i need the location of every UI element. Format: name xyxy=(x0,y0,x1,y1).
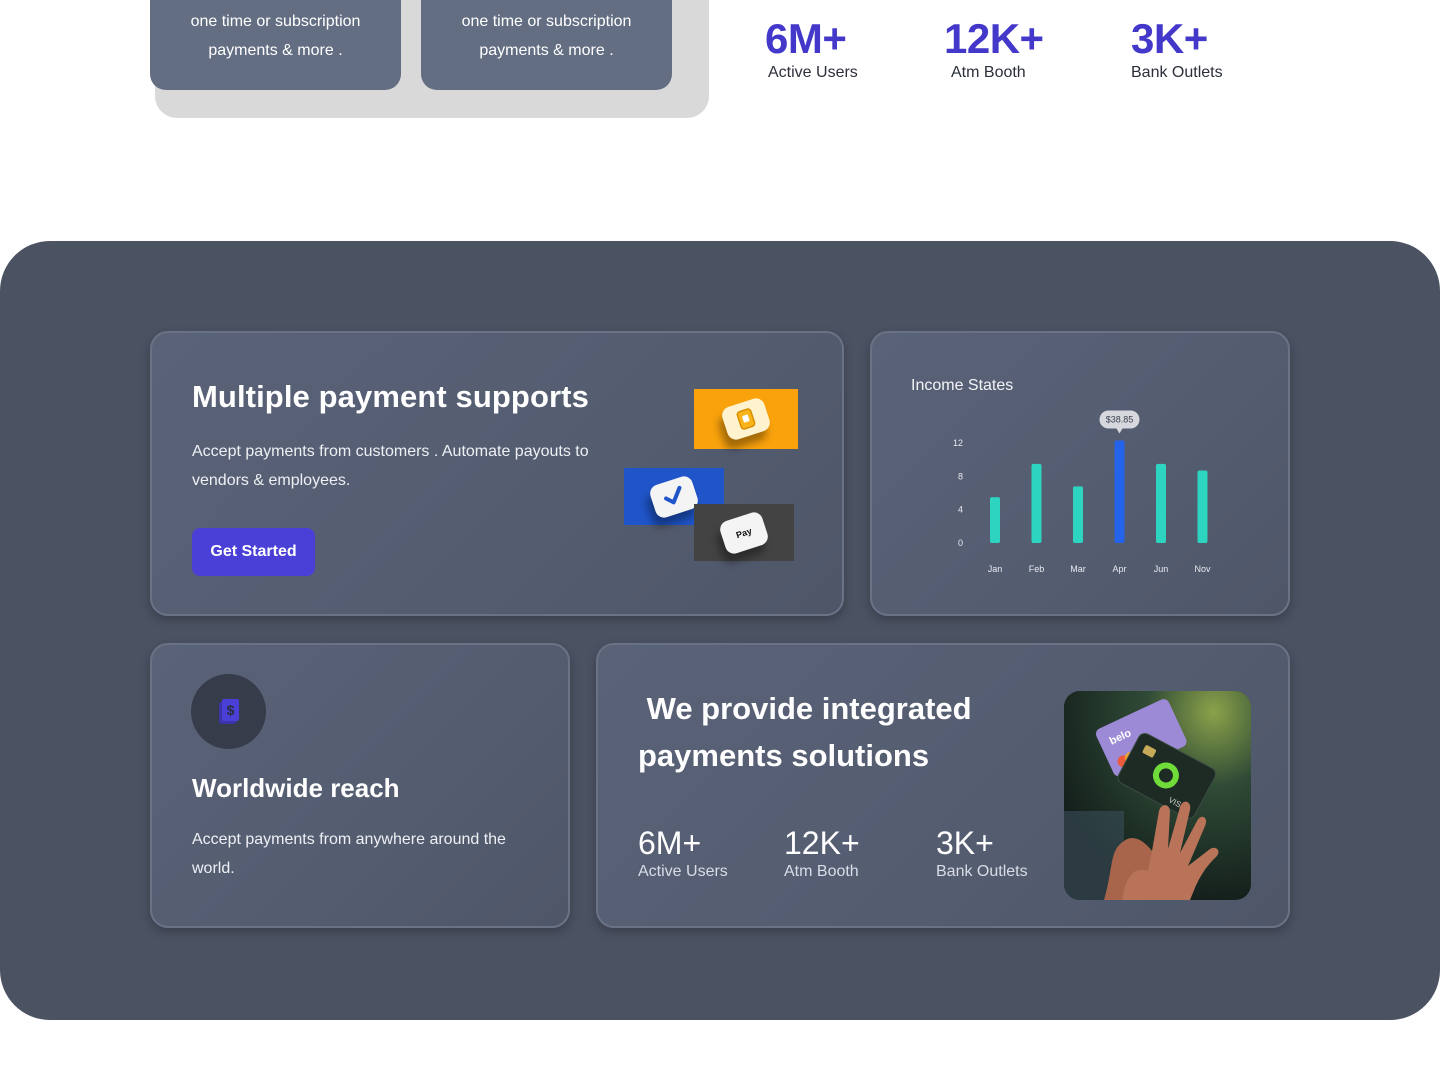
bar-nov xyxy=(1197,470,1208,543)
x-tick-label: Feb xyxy=(1029,564,1045,574)
income-bar-chart: 0 4 8 12 Jan Feb Mar Apr $38.85 Jun Nov xyxy=(953,410,1211,574)
bar-jun xyxy=(1156,463,1166,543)
feature-card-text-line: one time or subscription xyxy=(190,13,361,30)
stat-label: Atm Booth xyxy=(951,64,1026,81)
world-card-title: Worldwide reach xyxy=(192,773,400,803)
stat-value: 12K+ xyxy=(784,825,860,861)
stat-bank-outlets: 3K+ Bank Outlets xyxy=(1131,16,1223,82)
stat-label: Active Users xyxy=(768,64,858,81)
x-tick-label: Mar xyxy=(1070,564,1086,574)
y-tick-label: 0 xyxy=(958,538,963,548)
income-chart-card: Income States 0 4 8 12 Jan Feb Mar Apr $38.85 Jun… xyxy=(870,331,1290,616)
hand-with-cards-photo: belo VISA xyxy=(1064,691,1251,900)
wallet-chip-icon xyxy=(719,396,773,442)
x-tick-label: Jun xyxy=(1154,564,1169,574)
integrated-payments-card: We provide integrated payments solutions… xyxy=(596,643,1290,928)
apple-pay-label: Pay xyxy=(734,525,754,540)
apple-pay-tile: Pay xyxy=(694,504,794,561)
google-pay-tile xyxy=(694,389,798,449)
stat-value: 3K+ xyxy=(1131,15,1208,62)
apple-pay-chip-icon: Pay xyxy=(717,509,771,556)
stat-bank-outlets: 3K+ Bank Outlets xyxy=(936,825,1028,881)
worldwide-reach-card: $ Worldwide reach Accept payments from a… xyxy=(150,643,570,928)
tooltip-pointer xyxy=(1116,428,1123,434)
stat-label: Active Users xyxy=(638,863,728,880)
feature-card-text-line: payments & more . xyxy=(479,42,614,59)
get-started-button[interactable]: Get Started xyxy=(192,528,315,576)
stat-value: 3K+ xyxy=(936,825,994,861)
integrated-card-title: We provide integrated payments solutions xyxy=(638,691,981,773)
bar-jan xyxy=(990,497,1000,543)
payment-card-description: Accept payments from customers . Automat… xyxy=(192,443,589,489)
stat-value: 6M+ xyxy=(765,15,847,62)
stat-active-users: 6M+ Active Users xyxy=(638,825,728,881)
stat-atm-booth: 12K+ Atm Booth xyxy=(784,825,860,881)
y-tick-label: 8 xyxy=(958,471,963,481)
money-document-icon: $ xyxy=(191,674,266,749)
tooltip-value: $38.85 xyxy=(1106,415,1134,425)
checkmark-chip-icon xyxy=(647,473,701,520)
world-card-description: Accept payments from anywhere around the… xyxy=(192,831,506,877)
feature-card-text-line: payments & more . xyxy=(208,42,343,59)
feature-card-text-line: one time or subscription xyxy=(461,13,632,30)
stat-label: Bank Outlets xyxy=(936,863,1028,880)
stat-label: Atm Booth xyxy=(784,863,859,880)
y-tick-label: 12 xyxy=(953,438,963,448)
stat-active-users: 6M+ Active Users xyxy=(765,16,858,82)
bar-apr xyxy=(1114,440,1125,543)
payment-support-card: Multiple payment supports Accept payment… xyxy=(150,331,844,616)
stat-value: 6M+ xyxy=(638,825,702,861)
y-tick-label: 4 xyxy=(958,505,963,515)
x-tick-label: Nov xyxy=(1194,564,1211,574)
feature-card: one time or subscription payments & more… xyxy=(150,0,401,90)
payment-card-title: Multiple payment supports xyxy=(192,379,589,414)
stat-atm-booth: 12K+ Atm Booth xyxy=(944,16,1044,82)
bar-feb xyxy=(1031,463,1042,543)
x-tick-label: Jan xyxy=(988,564,1003,574)
svg-text:$: $ xyxy=(226,702,234,718)
bar-mar xyxy=(1073,486,1083,543)
feature-card: one time or subscription payments & more… xyxy=(421,0,672,90)
stat-value: 12K+ xyxy=(944,15,1044,62)
stat-label: Bank Outlets xyxy=(1131,64,1223,81)
x-tick-label: Apr xyxy=(1112,564,1126,574)
